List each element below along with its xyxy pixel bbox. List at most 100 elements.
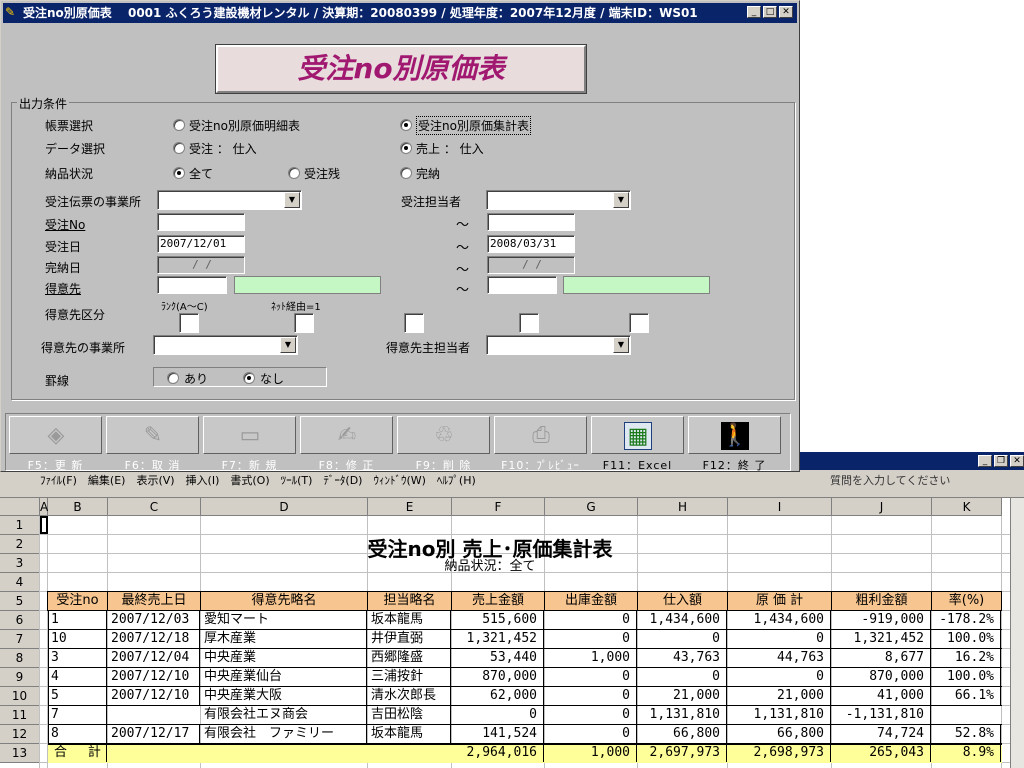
class-box-4[interactable]	[519, 313, 539, 333]
column-header[interactable]: A	[40, 498, 48, 516]
column-header[interactable]: G	[545, 498, 638, 516]
order-no-to[interactable]	[487, 213, 575, 231]
total-cell[interactable]: 265,043	[832, 744, 931, 762]
table-cell[interactable]: 0	[545, 725, 637, 743]
row-header[interactable]: 9	[0, 668, 40, 687]
row-header[interactable]: 7	[0, 630, 40, 649]
row-header[interactable]: 8	[0, 649, 40, 668]
chevron-down-icon[interactable]: ▼	[613, 337, 629, 353]
table-cell[interactable]: 74,724	[832, 725, 931, 743]
radio-deliv-done[interactable]	[400, 167, 412, 179]
fkey-button-12[interactable]: 🚶	[688, 416, 781, 454]
table-cell[interactable]: 厚木産業	[201, 630, 367, 648]
table-cell[interactable]: 1,321,452	[452, 630, 544, 648]
table-cell[interactable]: 吉田松陰	[368, 706, 451, 724]
total-cell[interactable]: 2,697,973	[638, 744, 727, 762]
minimize-icon[interactable]: _	[978, 455, 992, 467]
table-cell[interactable]: 西郷隆盛	[368, 649, 451, 667]
total-cell[interactable]: 1,000	[545, 744, 637, 762]
table-cell[interactable]: 100.0%	[932, 630, 1001, 648]
table-cell[interactable]: 中央産業	[201, 649, 367, 667]
total-cell[interactable]: 2,698,973	[728, 744, 831, 762]
order-date-to[interactable]: 2008/03/31	[487, 235, 575, 253]
row-header[interactable]: 10	[0, 687, 40, 706]
table-cell[interactable]: -178.2%	[932, 611, 1001, 629]
column-header[interactable]: K	[932, 498, 1002, 516]
table-cell[interactable]: 8	[48, 725, 107, 743]
table-cell[interactable]: 3	[48, 649, 107, 667]
fkey-button-11[interactable]: ▦	[591, 416, 684, 454]
table-cell[interactable]: 10	[48, 630, 107, 648]
table-cell[interactable]: 愛知マート	[201, 611, 367, 629]
fkey-button-7[interactable]: ▭	[203, 416, 296, 454]
table-cell[interactable]: 515,600	[452, 611, 544, 629]
table-cell[interactable]: 16.2%	[932, 649, 1001, 667]
table-cell[interactable]: 66,800	[728, 725, 831, 743]
table-cell[interactable]: 1,131,810	[638, 706, 727, 724]
table-cell[interactable]: 1,000	[545, 649, 637, 667]
table-cell[interactable]: 2007/12/04	[108, 649, 200, 667]
radio-deliv-all[interactable]	[173, 167, 185, 179]
table-cell[interactable]: 0	[638, 630, 727, 648]
table-cell[interactable]: 0	[545, 630, 637, 648]
close-icon[interactable]: ✕	[1010, 455, 1024, 467]
table-cell[interactable]: 66,800	[638, 725, 727, 743]
customer-code-from[interactable]	[157, 276, 227, 294]
customer-label[interactable]: 得意先	[45, 280, 81, 297]
fkey-button-8[interactable]: ✍	[300, 416, 393, 454]
radio-ruled-no[interactable]	[243, 372, 255, 384]
table-cell[interactable]: 0	[638, 668, 727, 686]
cust-staff-combo[interactable]: ▼	[486, 335, 631, 355]
minimize-icon[interactable]: _	[747, 6, 761, 18]
row-header[interactable]: 6	[0, 611, 40, 630]
fkey-button-9[interactable]: ♲	[397, 416, 490, 454]
table-cell[interactable]: 1,434,600	[728, 611, 831, 629]
active-cell[interactable]	[40, 516, 48, 534]
order-date-from[interactable]: 2007/12/01	[157, 235, 245, 253]
table-cell[interactable]: 2007/12/10	[108, 668, 200, 686]
complete-date-from[interactable]: / /	[157, 256, 245, 274]
row-header[interactable]: 2	[0, 535, 40, 554]
table-cell[interactable]: 0	[545, 687, 637, 705]
maximize-icon[interactable]: □	[763, 6, 777, 18]
class-box-5[interactable]	[629, 313, 649, 333]
order-no-from[interactable]	[157, 213, 245, 231]
column-header[interactable]: C	[108, 498, 201, 516]
table-cell[interactable]: 有限会社 ファミリー	[201, 725, 367, 743]
excel-menu[interactable]: ﾌｧｲﾙ(F) 編集(E) 表示(V) 挿入(I) 書式(O) ﾂｰﾙ(T) ﾃ…	[40, 472, 476, 488]
close-icon[interactable]: ✕	[779, 6, 793, 18]
table-cell[interactable]: 870,000	[832, 668, 931, 686]
total-cell[interactable]: 合 計	[48, 744, 107, 762]
table-cell[interactable]: 2007/12/10	[108, 687, 200, 705]
chevron-down-icon[interactable]: ▼	[280, 337, 296, 353]
fkey-button-5[interactable]: ◈	[9, 416, 102, 454]
table-cell[interactable]: 8,677	[832, 649, 931, 667]
excel-ask-box[interactable]: 質問を入力してください	[830, 472, 950, 488]
chevron-down-icon[interactable]: ▼	[613, 192, 629, 208]
staff-combo[interactable]: ▼	[486, 190, 631, 210]
row-header[interactable]: 3	[0, 554, 40, 573]
table-cell[interactable]: 66.1%	[932, 687, 1001, 705]
table-cell[interactable]: 1,131,810	[728, 706, 831, 724]
table-cell[interactable]: 0	[545, 706, 637, 724]
table-cell[interactable]: 坂本龍馬	[368, 725, 451, 743]
table-cell[interactable]: 21,000	[728, 687, 831, 705]
row-header[interactable]: 5	[0, 592, 40, 611]
radio-data-order[interactable]	[173, 142, 185, 154]
column-header[interactable]: I	[728, 498, 832, 516]
table-cell[interactable]: -919,000	[832, 611, 931, 629]
restore-icon[interactable]: ❐	[994, 455, 1008, 467]
table-cell[interactable]: -1,131,810	[832, 706, 931, 724]
table-cell[interactable]: 141,524	[452, 725, 544, 743]
table-cell[interactable]: 坂本龍馬	[368, 611, 451, 629]
column-header[interactable]: B	[48, 498, 108, 516]
table-cell[interactable]: 2007/12/18	[108, 630, 200, 648]
table-cell[interactable]: 2007/12/17	[108, 725, 200, 743]
table-cell[interactable]: 21,000	[638, 687, 727, 705]
row-header[interactable]: 12	[0, 725, 40, 744]
table-cell[interactable]: 三浦按針	[368, 668, 451, 686]
radio-report-detail[interactable]	[173, 119, 185, 131]
customer-code-to[interactable]	[487, 276, 557, 294]
column-header[interactable]: D	[201, 498, 368, 516]
table-cell[interactable]: 0	[545, 668, 637, 686]
